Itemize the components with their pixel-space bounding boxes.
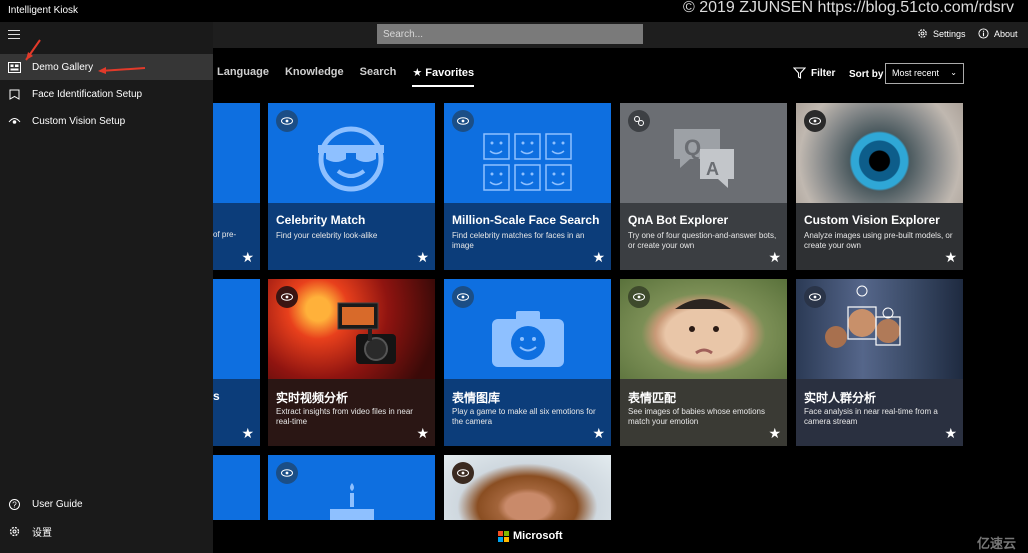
favorite-star-icon[interactable]: ★ [241,249,254,266]
eye-badge-icon [276,462,298,484]
favorite-star-icon[interactable]: ★ [768,425,781,442]
tab-search[interactable]: Search [360,66,397,87]
tab-language[interactable]: Language [217,66,269,87]
info-icon [978,28,989,39]
favorite-star-icon[interactable]: ★ [416,249,429,266]
eye-badge-icon [804,286,826,308]
eye-badge-icon [804,110,826,132]
tile-description: Face analysis in near real-time from a c… [804,407,938,426]
eye-badge-icon [628,286,650,308]
favorite-star-icon[interactable]: ★ [241,425,254,442]
favorite-star-icon[interactable]: ★ [416,425,429,442]
help-icon: ? [9,498,20,510]
tile-realtime-video-analysis[interactable]: 实时视频分析 Extract insights from video files… [268,279,435,446]
eye-icon [8,117,21,124]
partial-tile[interactable] [213,455,260,520]
tile-title: Million-Scale Face Search [452,213,600,227]
tile-custom-vision-explorer[interactable]: Custom Vision Explorer Analyze images us… [796,103,963,270]
tile-title: 表情匹配 [628,391,677,405]
sort-label: Sort by [849,69,884,80]
tab-knowledge[interactable]: Knowledge [285,66,344,87]
about-label: About [994,28,1018,39]
tile-description: Find your celebrity look-alike [276,231,378,240]
eye-badge-icon [276,110,298,132]
settings-button[interactable]: Settings [917,28,966,39]
tile-emotion-gallery[interactable]: 表情图库 Play a game to make all six emotion… [444,279,611,446]
tile-title: 实时人群分析 [804,391,877,405]
nav-item-settings[interactable]: 设置 [0,518,213,544]
tile-cognitive-cake[interactable] [268,455,435,520]
tile-emotion-match[interactable]: 表情匹配 See images of babies whose emotions… [620,279,787,446]
tile-qna-bot-explorer[interactable]: QA QnA Bot Explorer Try one of four ques… [620,103,787,270]
tile-title: 实时视频分析 [276,391,349,405]
app-window: { "window": {"title": "Intelligent Kiosk… [0,0,1028,553]
tile-description: Try one of four question-and-answer bots… [628,231,777,250]
tile-description: Play a game to make all six emotions for… [452,407,596,426]
watermark-text: © 2019 ZJUNSEN https://blog.51cto.com/rd… [682,0,1014,16]
settings-label: Settings [933,28,966,39]
microsoft-logo: Microsoft [498,530,563,542]
gear-icon [918,29,927,38]
eye-badge-icon [452,462,474,484]
tile-title: 表情图库 [452,391,501,405]
svg-text:?: ? [12,500,17,509]
favorite-star-icon[interactable]: ★ [592,425,605,442]
corner-watermark: 亿速云 [976,536,1016,551]
favorite-star-icon[interactable]: ★ [944,249,957,266]
category-tabs: Language Knowledge Search ★ Favorites [217,66,475,87]
tab-favorites[interactable]: ★ Favorites [412,66,475,87]
tile-laughing-woman[interactable] [444,455,611,520]
tile-title: Custom Vision Explorer [804,213,940,227]
nav-item-label: User Guide [32,498,83,510]
nav-item-label: Custom Vision Setup [32,115,126,127]
partial-tile-desc: of pre- [213,230,237,239]
gear-icon [9,526,20,536]
tile-description: See images of babies whose emotions matc… [628,407,765,426]
tile-description: Find celebrity matches for faces in an i… [452,231,585,250]
svg-text:Q: Q [684,135,701,160]
eye-badge-icon [276,286,298,308]
partial-tile[interactable]: of pre- ★ [213,103,260,270]
tile-description: Analyze images using pre-built models, o… [804,231,953,250]
partial-tile[interactable]: s ★ [213,279,260,446]
search-input[interactable] [377,24,643,44]
tile-realtime-crowd-analysis[interactable]: 实时人群分析 Face analysis in near real-time f… [796,279,963,446]
favorite-star-icon[interactable]: ★ [944,425,957,442]
favorite-star-icon[interactable]: ★ [592,249,605,266]
nav-item-label: Face Identification Setup [32,88,143,100]
annotation-arrows [25,39,146,74]
microsoft-squares-icon [498,530,509,542]
tile-million-scale-face-search[interactable]: Million-Scale Face Search Find celebrity… [444,103,611,270]
favorite-star-icon[interactable]: ★ [768,249,781,266]
nav-item-custom-vision-setup[interactable]: Custom Vision Setup [0,108,213,134]
sort-dropdown[interactable]: Most recent ⌄ [885,63,964,84]
filter-icon [793,67,806,79]
nav-item-label: 设置 [32,527,52,539]
cognitive-badge-icon [628,110,650,132]
face-id-icon [9,89,20,100]
filter-label: Filter [811,67,836,79]
tile-title: QnA Bot Explorer [628,213,729,227]
eye-badge-icon [452,110,474,132]
chevron-down-icon: ⌄ [950,68,957,77]
navigation-pane: Demo Gallery Face Identification Setup C… [0,22,213,553]
sort-value: Most recent [892,68,940,78]
filter-button[interactable]: Filter [793,67,835,79]
tile-title: Celebrity Match [276,213,366,227]
eye-badge-icon [452,286,474,308]
microsoft-label: Microsoft [513,530,563,542]
nav-item-user-guide[interactable]: ? User Guide [0,491,213,517]
about-button[interactable]: About [978,28,1018,39]
svg-text:A: A [706,159,719,179]
tile-celebrity-match[interactable]: Celebrity Match Find your celebrity look… [268,103,435,270]
tile-description: Extract insights from video files in nea… [276,407,413,426]
